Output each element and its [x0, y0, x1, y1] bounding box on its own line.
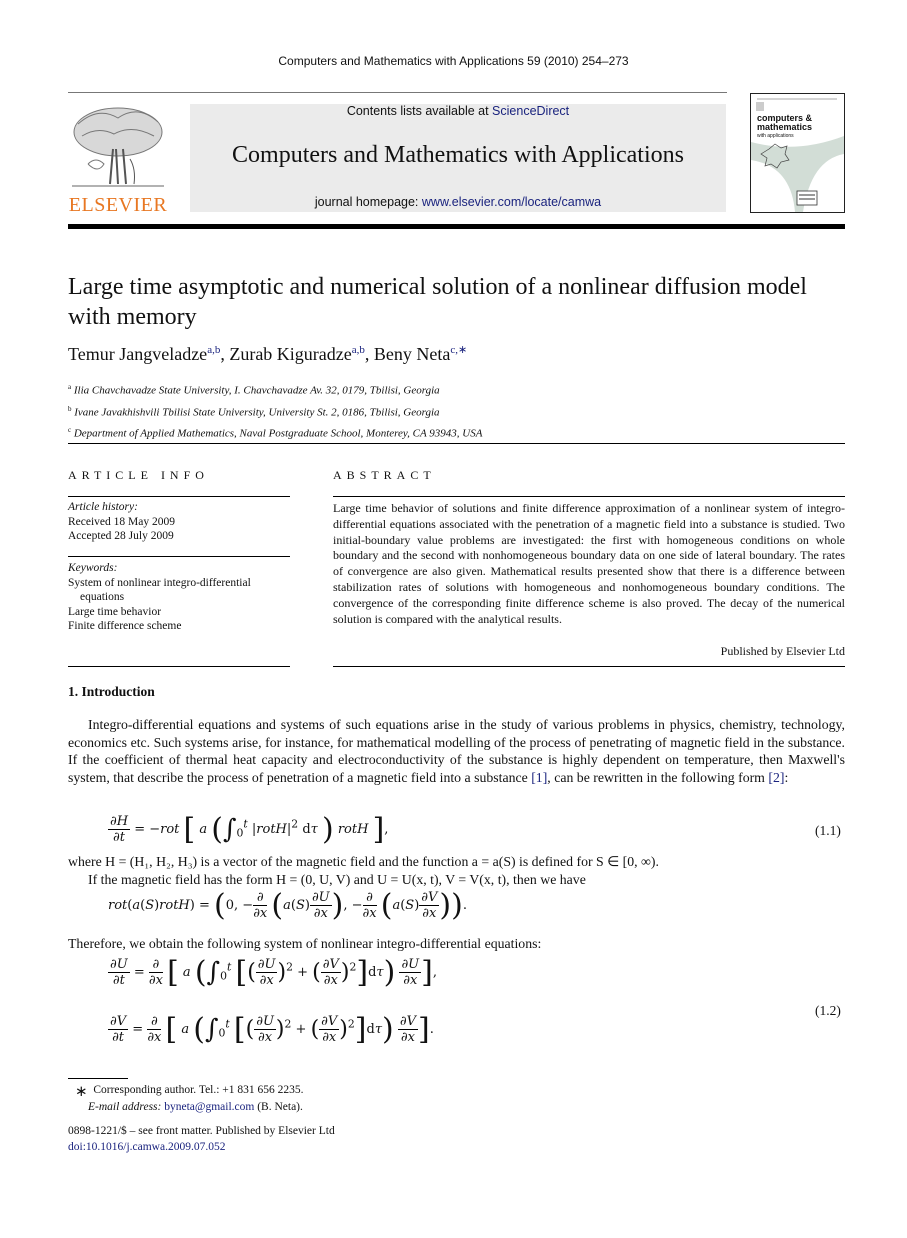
author-list: Temur Jangveladzea,b, Zurab Kiguradzea,b… [68, 344, 468, 364]
email-link[interactable]: byneta@gmail.com [164, 1101, 254, 1113]
affiliation-text: Ilia Chavchavadze State University, I. C… [73, 384, 440, 397]
citation-link[interactable]: [2] [768, 770, 784, 785]
cover-subtitle: with applications [757, 133, 794, 139]
keywords: Keywords: System of nonlinear integro-di… [68, 561, 290, 634]
keywords-label: Keywords: [68, 562, 118, 574]
affiliation-text: Ivane Javakhishvili Tbilisi State Univer… [74, 406, 440, 419]
publisher-name[interactable]: ELSEVIER [68, 194, 168, 217]
section-heading-introduction: 1. Introduction [68, 684, 155, 699]
abstract-heading: ABSTRACT [333, 468, 436, 482]
accepted-date: Accepted 28 July 2009 [68, 530, 174, 542]
divider [68, 666, 290, 667]
equation-1-2-first: ∂U ∂t = ∂ ∂x [ a (∫0t [(∂U ∂x)2 + (∂V ∂x)2]d… [108, 955, 437, 990]
affiliation-mark: b [68, 404, 72, 413]
paragraph-text: , can be rewritten in the following form [547, 769, 769, 785]
masthead-thick-rule [68, 224, 845, 229]
divider [68, 556, 290, 557]
paragraph-text: where H = (H₁, H₂, H₃) is a vector of th… [68, 854, 659, 869]
affiliation: c Department of Applied Mathematics, Nav… [68, 421, 845, 443]
affiliation-marks[interactable]: a,b [207, 344, 220, 356]
received-date: Received 18 May 2009 [68, 515, 175, 528]
author-name: Temur Jangveladze [68, 344, 208, 364]
cover-title-line2: mathematics [757, 122, 813, 132]
contents-line: Contents lists available at ScienceDirec… [190, 104, 726, 118]
sciencedirect-link[interactable]: ScienceDirect [492, 104, 569, 118]
contents-prefix: Contents lists available at [346, 104, 493, 118]
journal-homepage-link[interactable]: www.elsevier.com/locate/camwa [422, 195, 601, 209]
divider [333, 496, 845, 497]
author-name: Beny Neta [373, 344, 451, 364]
affiliation-mark: a [68, 383, 72, 391]
paragraph-text: Therefore, we obtain the following syste… [68, 936, 542, 951]
history-label: Article history: [68, 501, 138, 513]
article-info-heading: ARTICLE INFO [68, 468, 209, 482]
divider [333, 666, 845, 667]
journal-title: Computers and Mathematics with Applicati… [232, 142, 684, 168]
affiliation-marks[interactable]: a,b [352, 344, 365, 356]
affiliation: b Ivane Javakhishvili Tbilisi State Univ… [68, 400, 845, 422]
author-name: Zurab Kiguradze [229, 344, 352, 364]
divider [68, 496, 290, 497]
footnote: ∗ Corresponding author. Tel.: +1 831 656… [75, 1083, 304, 1115]
affiliation-text: Department of Applied Mathematics, Naval… [73, 427, 483, 440]
top-rule [68, 92, 727, 93]
footnote-text: Corresponding author. Tel.: +1 831 656 2… [93, 1084, 304, 1096]
affiliation-marks[interactable]: c,∗ [450, 344, 467, 356]
keyword-continuation: equations [80, 591, 125, 603]
equation-number: (1.2) [815, 1003, 841, 1018]
citation-link[interactable]: [1] [531, 770, 547, 785]
equation-number: (1.1) [815, 823, 841, 838]
keyword: Large time behavior [68, 605, 162, 618]
intro-paragraph: Integro-differential equations and syste… [68, 716, 845, 786]
keyword: System of nonlinear integro-differential [68, 576, 251, 589]
footnote-text: (B. Neta). [254, 1101, 303, 1113]
published-by: Published by Elsevier Ltd [720, 644, 845, 658]
abstract-text: Large time behavior of solutions and fin… [333, 501, 845, 626]
running-head: Computers and Mathematics with Applicati… [278, 54, 629, 68]
paper-title: Large time asymptotic and numerical solu… [68, 274, 807, 330]
equation-rot: rot(a(S)rotH) = (0, − ∂ ∂x (a(S) ∂U ∂x), − ∂ ∂… [108, 888, 467, 923]
doi-link[interactable]: doi:10.1016/j.camwa.2009.07.052 [68, 1141, 225, 1153]
equation-1-2-second: ∂V ∂t = ∂ ∂x [ a (∫0t [(∂U ∂x)2 + (∂V ∂x)2]d… [108, 1012, 434, 1047]
email-note: E-mail address: byneta@gmail.com (B. Net… [75, 1100, 304, 1115]
issn-line: 0898-1221/$ – see front matter. Publishe… [68, 1125, 335, 1137]
email-label: E-mail address: [88, 1101, 165, 1113]
homepage-line: journal homepage: www.elsevier.com/locat… [190, 195, 726, 209]
journal-masthead: Contents lists available at ScienceDirec… [190, 104, 726, 212]
affiliation-mark: c [68, 426, 72, 435]
affiliations: a Ilia Chavchavadze State University, I.… [68, 378, 845, 443]
keyword: Finite difference scheme [68, 620, 182, 632]
corresponding-author-note: ∗ Corresponding author. Tel.: +1 831 656… [75, 1083, 304, 1100]
footnote-rule [68, 1078, 128, 1079]
issn-block: 0898-1221/$ – see front matter. Publishe… [68, 1124, 335, 1155]
asterisk-icon: ∗ [75, 1084, 88, 1100]
article-history: Article history: Received 18 May 2009 Ac… [68, 500, 290, 544]
header-rule [68, 443, 845, 444]
paragraph-text: If the magnetic field has the form H = (… [88, 872, 586, 887]
affiliation: a Ilia Chavchavadze State University, I.… [68, 378, 845, 400]
paragraph-text: : [784, 769, 789, 785]
homepage-prefix: journal homepage: [314, 195, 422, 209]
journal-cover-thumbnail[interactable]: computers & mathematics with application… [750, 93, 845, 213]
equation-1-1: ∂H ∂t = −rot [ a (∫0t |rotH|2 dτ ) rotH ]… [108, 812, 389, 847]
